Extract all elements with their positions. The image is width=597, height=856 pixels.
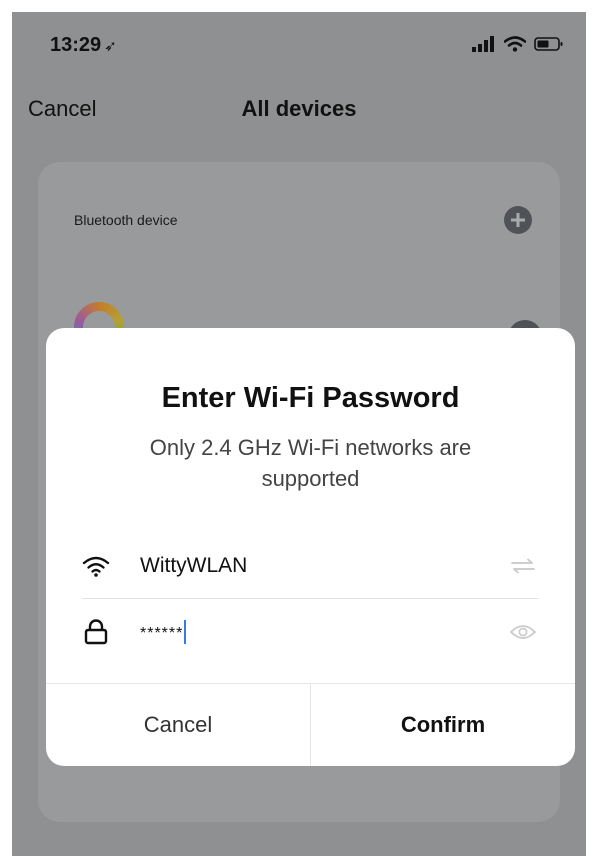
status-indicators xyxy=(472,36,564,52)
dialog-title: Enter Wi-Fi Password xyxy=(161,382,460,414)
wifi-password-dialog: Enter Wi-Fi Password Only 2.4 GHz Wi-Fi … xyxy=(46,328,575,766)
battery-icon xyxy=(534,37,563,51)
password-field[interactable]: ****** xyxy=(140,620,507,645)
signal-icon xyxy=(472,36,494,52)
dialog-subtitle: Only 2.4 GHz Wi-Fi networks are supporte… xyxy=(149,435,472,491)
lock-icon xyxy=(82,618,110,646)
app-screen: 13:29 ➶ Cancel All devices Bluetooth devi… xyxy=(12,12,586,856)
status-time: 13:29 ➶ xyxy=(50,34,117,57)
ssid-field[interactable]: WittyWLAN xyxy=(140,554,507,578)
password-row[interactable]: ****** xyxy=(82,600,539,664)
add-icon[interactable] xyxy=(504,206,532,234)
wifi-icon xyxy=(82,552,110,580)
eye-icon[interactable] xyxy=(507,618,539,646)
swap-arrows-icon[interactable] xyxy=(507,552,539,580)
cancel-button[interactable]: Cancel xyxy=(46,684,311,766)
section-label: Bluetooth device xyxy=(74,212,178,228)
password-value: ****** xyxy=(140,624,184,642)
ssid-row[interactable]: WittyWLAN xyxy=(82,534,539,599)
confirm-button[interactable]: Confirm xyxy=(311,684,575,766)
dialog-button-bar: Cancel Confirm xyxy=(46,683,575,766)
page-title: All devices xyxy=(241,96,357,121)
location-arrow-icon: ➶ xyxy=(104,38,117,55)
text-caret xyxy=(184,620,187,645)
wifi-status-icon xyxy=(504,36,526,52)
status-time-text: 13:29 xyxy=(50,34,102,56)
